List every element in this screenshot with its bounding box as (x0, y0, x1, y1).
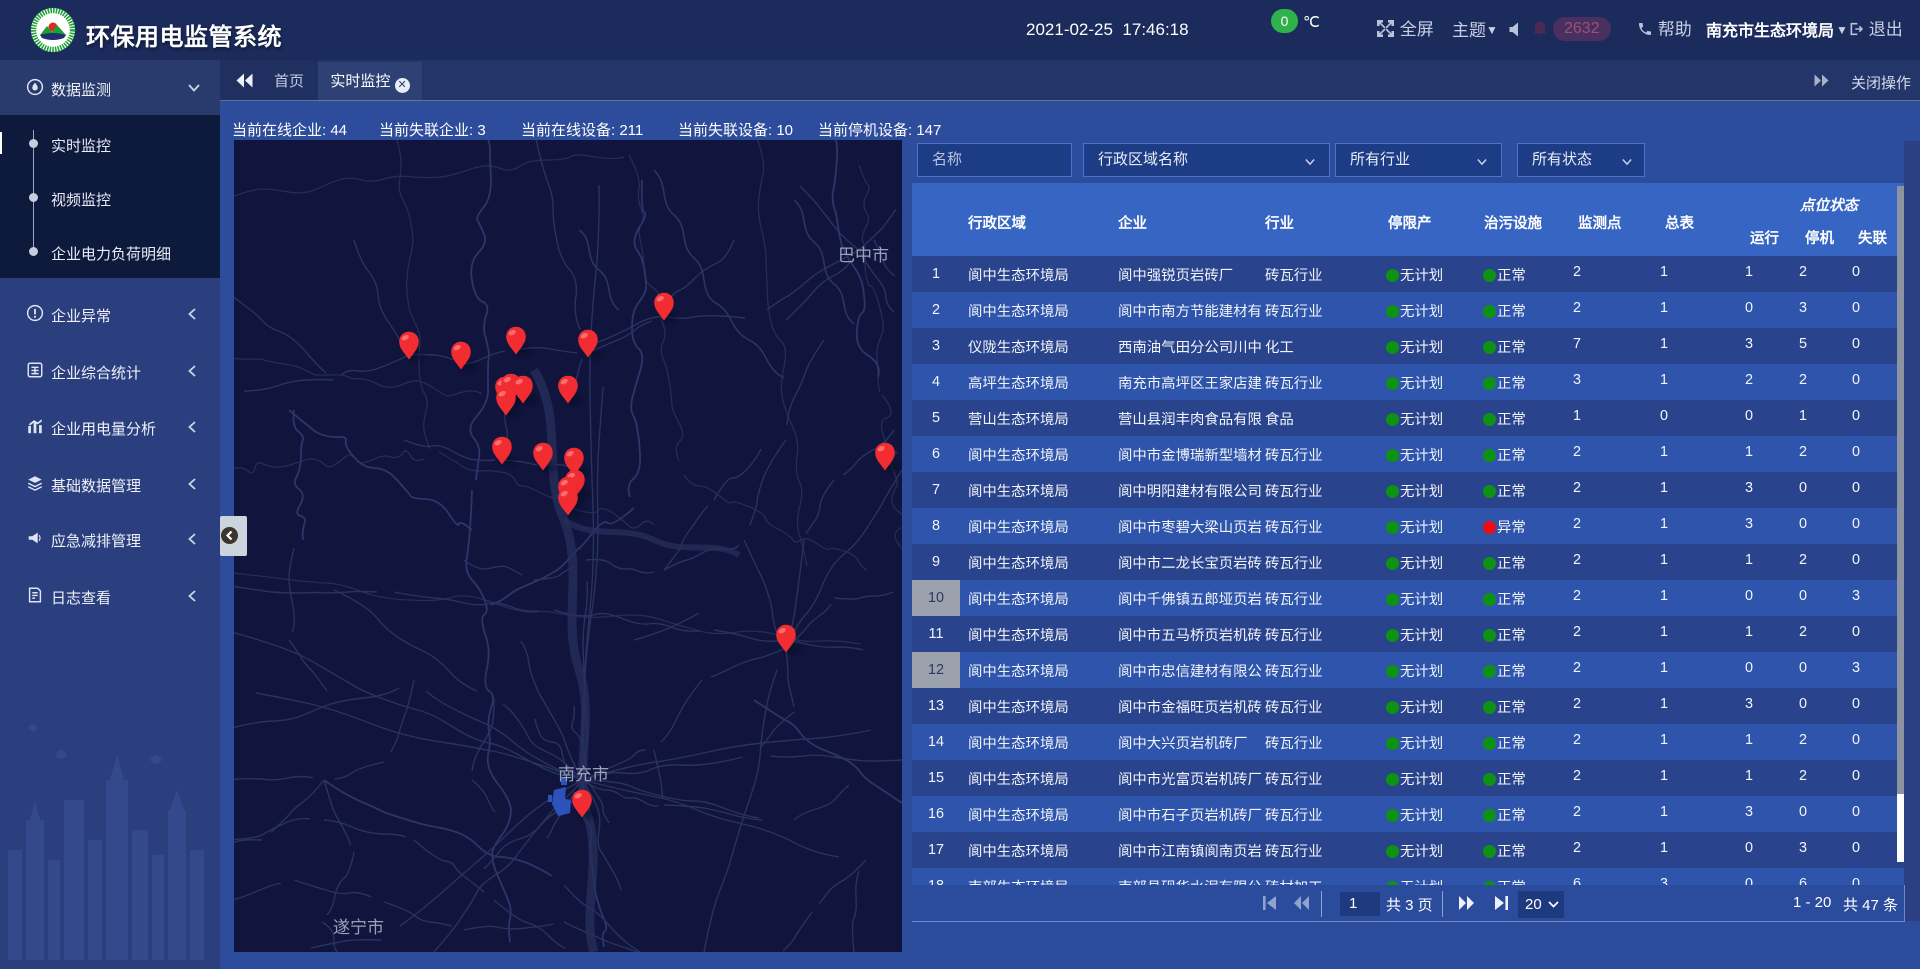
svg-text:南充市: 南充市 (558, 765, 609, 784)
svg-text:遂宁市: 遂宁市 (333, 918, 384, 937)
svg-text:巴中市: 巴中市 (838, 246, 889, 265)
